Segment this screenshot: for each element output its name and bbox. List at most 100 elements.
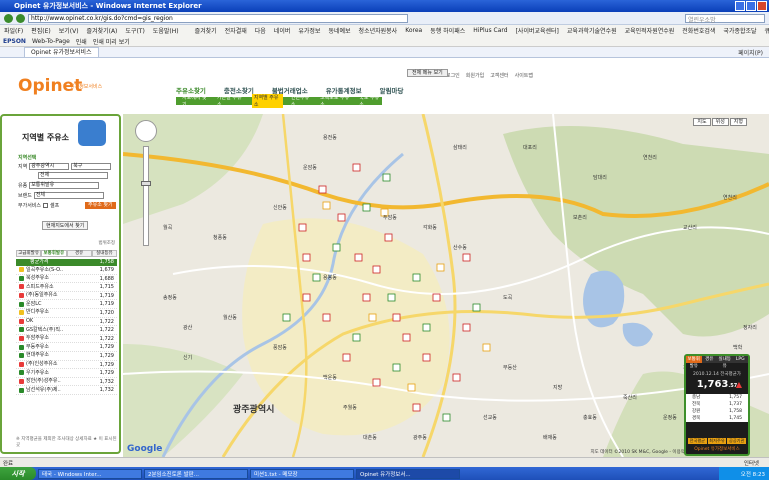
- favorite-link[interactable]: Korea: [405, 27, 422, 34]
- search-input[interactable]: 열린우소밤: [685, 13, 765, 24]
- forward-icon[interactable]: [16, 13, 25, 23]
- taskbar-task[interactable]: 태국 - Windows Inter...: [38, 468, 142, 479]
- lnb-item[interactable]: 지도에서 찾기: [182, 94, 209, 108]
- menu-item[interactable]: 편집(E): [31, 26, 51, 35]
- price-action-button[interactable]: 전국평균: [688, 438, 707, 444]
- lnb-item[interactable]: 인근주유소: [291, 94, 312, 108]
- menu-item[interactable]: 도움말(H): [153, 26, 179, 35]
- brand-select[interactable]: 전체: [33, 192, 104, 199]
- toolbar-item[interactable]: EPSON: [3, 38, 26, 45]
- station-name-cell: 스피드주유소: [19, 283, 54, 291]
- favorite-link[interactable]: 전자결재: [225, 26, 247, 35]
- map-type-button[interactable]: 지형: [729, 118, 747, 126]
- region-select[interactable]: 광주광역시: [29, 163, 70, 170]
- gnb-item[interactable]: 알림마당: [380, 85, 404, 95]
- top-link[interactable]: 회원가입: [466, 72, 484, 79]
- favorite-link[interactable]: 다음: [255, 26, 266, 35]
- brand-icon: [19, 284, 24, 290]
- station-name[interactable]: 스피드주유소: [26, 283, 54, 292]
- taskbar-task[interactable]: 2분임소진토론 발판...: [144, 468, 248, 479]
- price-tab[interactable]: 경유: [701, 356, 717, 363]
- map-canvas[interactable]: 지도 위성 지형 삼태리 대포리 용전동 담대리 연천리 보촌리 교산리 운암동 신안동 각화동 산수동…: [123, 114, 769, 457]
- top-link[interactable]: 사이트맵: [515, 72, 533, 79]
- minimize-button[interactable]: [735, 1, 745, 11]
- pan-control[interactable]: [135, 120, 157, 142]
- find-in-map-button[interactable]: 현재지도에서 찾기: [42, 221, 89, 230]
- find-station-button[interactable]: 주유소 찾기: [85, 202, 116, 209]
- taskbar-task[interactable]: Opinet 유가정보서...: [356, 468, 460, 479]
- lnb-item[interactable]: 국도 주유소: [359, 94, 382, 108]
- price-tab[interactable]: 보통휘발유: [686, 356, 702, 369]
- favorite-link[interactable]: 전화번호검색: [682, 26, 715, 35]
- self-checkbox[interactable]: [43, 203, 49, 208]
- toolbar-item[interactable]: Web-To-Page: [32, 38, 70, 45]
- fuel-tab[interactable]: 실내등유: [91, 250, 117, 257]
- favorite-link[interactable]: 교육과학기술연수원: [567, 26, 617, 35]
- station-name[interactable]: OK: [26, 317, 33, 326]
- extra-row: 부가서비스 셀프: [18, 202, 59, 209]
- favorite-link[interactable]: 네이버: [274, 26, 291, 35]
- favorite-link[interactable]: 국가종합조달: [723, 26, 756, 35]
- back-icon[interactable]: [4, 13, 13, 23]
- fuel-select[interactable]: 보통휘발유: [29, 182, 100, 189]
- lnb-item[interactable]: 가는길 주유소: [217, 94, 244, 108]
- favorite-link[interactable]: 청소년자원봉사: [359, 26, 398, 35]
- menu-item[interactable]: 보기(V): [59, 26, 79, 35]
- toolbar-item[interactable]: 인쇄 미리 보기: [93, 37, 130, 46]
- zoom-slider[interactable]: [141, 146, 151, 246]
- taskbar-task[interactable]: 미션1.txt - 메모장: [250, 468, 354, 479]
- district-select[interactable]: 북구: [71, 163, 112, 170]
- station-name[interactable]: 남선석유(주)제..: [26, 386, 61, 395]
- favorite-link[interactable]: 즐겨찾기: [195, 26, 217, 35]
- menu-item[interactable]: 즐겨찾기(A): [87, 26, 118, 35]
- range-adjust-link[interactable]: 범위조정: [98, 240, 115, 246]
- lnb-item[interactable]: 고속도로 주유소: [320, 94, 351, 108]
- toolbar-item[interactable]: 인쇄: [76, 37, 87, 46]
- map-type-button[interactable]: 지도: [693, 118, 711, 126]
- page-menu[interactable]: 페이지(P): [738, 48, 763, 57]
- price-tab[interactable]: 실내등유: [717, 356, 733, 369]
- map-type-button[interactable]: 위성: [711, 118, 729, 126]
- lnb-item[interactable]: 지역별 주유소: [251, 94, 283, 108]
- menu-item[interactable]: 도구(T): [125, 26, 144, 35]
- station-name[interactable]: 우기주유소: [26, 369, 49, 378]
- favorite-link[interactable]: 교육인적자원연수원: [625, 26, 675, 35]
- favorite-link[interactable]: 동행 하이패스: [430, 26, 465, 35]
- station-name[interactable]: 운암LC: [26, 300, 41, 309]
- dong-select[interactable]: 전체: [38, 172, 108, 179]
- tab-opinet[interactable]: Opinet 유가정보서비스: [24, 47, 99, 57]
- top-link[interactable]: 로그인: [446, 72, 460, 79]
- station-name[interactable]: 무등주유소: [26, 343, 49, 352]
- favorite-link[interactable]: 큐빅: [765, 26, 769, 35]
- fuel-tab[interactable]: 경유: [66, 250, 92, 257]
- favorite-link[interactable]: 동네예보: [328, 26, 350, 35]
- start-button[interactable]: 시작: [0, 467, 36, 480]
- price-action-button[interactable]: 최저주유소: [707, 438, 727, 449]
- station-name[interactable]: 일곡주유소(S-O..: [26, 266, 63, 275]
- favorite-link[interactable]: [사이버교육센터]: [516, 26, 559, 35]
- fuel-tab[interactable]: 고급휘발유: [16, 250, 42, 257]
- price-action-button[interactable]: 공공기관: [727, 438, 747, 444]
- station-name-cell: (주)인성주유소: [19, 361, 58, 369]
- station-name[interactable]: 반디주유소: [26, 308, 49, 317]
- menu-item[interactable]: 파일(F): [4, 26, 23, 35]
- favorite-link[interactable]: HiPlus Card: [473, 27, 507, 34]
- station-name[interactable]: 두암주유소: [26, 334, 49, 343]
- zoom-knob[interactable]: [141, 181, 151, 186]
- station-row[interactable]: 남선석유(주)제.. 1,732: [16, 386, 117, 395]
- station-name[interactable]: 장안(주)성주유..: [26, 377, 61, 386]
- fuel-tab[interactable]: 보통휘발유: [41, 250, 67, 257]
- url-input[interactable]: [28, 13, 408, 23]
- station-name[interactable]: (주)인성주유소: [26, 360, 58, 369]
- map-copyright[interactable]: 지도 데이터 ©2010 SK M&C, Google - 이용약관: [591, 449, 690, 455]
- price-tab[interactable]: LPG: [732, 356, 748, 363]
- station-name[interactable]: 북성주유소: [26, 274, 49, 283]
- maximize-button[interactable]: [746, 1, 756, 11]
- station-name[interactable]: 현대주유소: [26, 351, 49, 360]
- all-menu-select[interactable]: 전체 메뉴 보기: [407, 69, 448, 77]
- favorite-link[interactable]: 유가정보: [298, 26, 320, 35]
- station-name[interactable]: (주)동일주유소: [26, 291, 58, 300]
- top-link[interactable]: 고객센터: [490, 72, 508, 79]
- station-name[interactable]: GS칼텍스(주)직..: [26, 326, 63, 335]
- close-button[interactable]: [757, 1, 767, 11]
